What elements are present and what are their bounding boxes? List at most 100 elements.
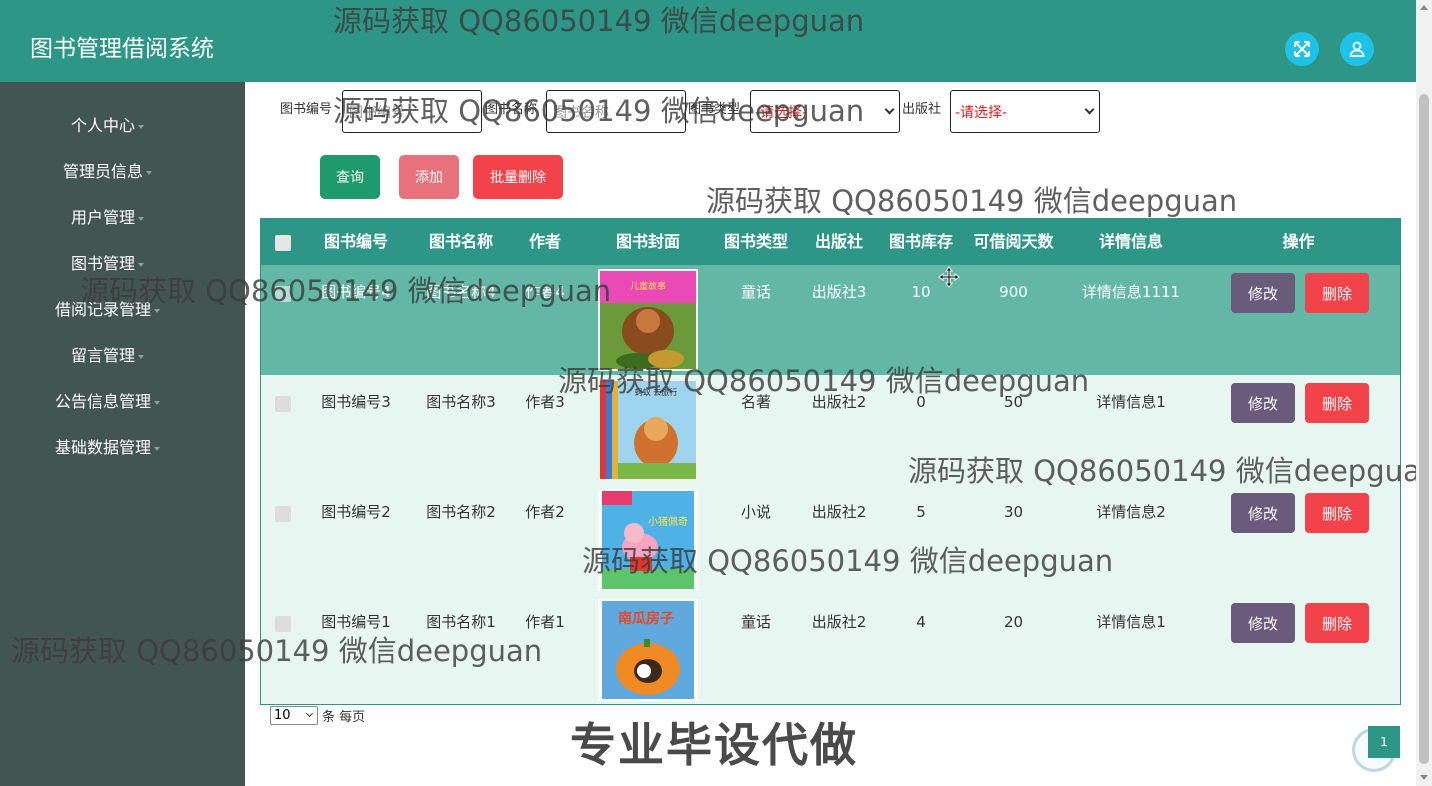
row-checkbox[interactable] bbox=[275, 286, 291, 302]
add-button[interactable]: 添加 bbox=[399, 155, 459, 199]
book-cover-image: 儿童故事 bbox=[598, 269, 698, 371]
col-author: 作者 bbox=[528, 232, 561, 251]
sidebar-item-profile[interactable]: 个人中心 bbox=[0, 114, 215, 138]
row-checkbox[interactable] bbox=[275, 506, 291, 522]
book-cover-image: 蚂蚁 去旅行 bbox=[598, 379, 698, 481]
user-button[interactable] bbox=[1340, 32, 1374, 66]
cell-stock: 4 bbox=[916, 613, 926, 631]
back-to-top-button[interactable]: 1 bbox=[1368, 726, 1400, 758]
svg-text:小猪佩奇: 小猪佩奇 bbox=[648, 515, 688, 528]
cell-publisher: 出版社2 bbox=[811, 393, 867, 411]
cell-borrow-days: 900 bbox=[999, 283, 1028, 301]
row-checkbox[interactable] bbox=[275, 616, 291, 632]
cell-detail: 详情信息1111 bbox=[1081, 283, 1181, 301]
cell-book-name: 图书名称1 bbox=[426, 613, 496, 631]
batch-delete-button[interactable]: 批量删除 bbox=[473, 155, 563, 199]
svg-text:南瓜房子: 南瓜房子 bbox=[618, 610, 674, 627]
row-checkbox[interactable] bbox=[275, 396, 291, 412]
sidebar-item-label: 用户管理 bbox=[70, 208, 135, 227]
edit-button[interactable]: 修改 bbox=[1231, 493, 1295, 533]
move-cursor-icon bbox=[938, 266, 960, 288]
col-publisher: 出版社 bbox=[814, 232, 863, 251]
chevron-down-icon bbox=[884, 104, 895, 115]
svg-text:儿童故事: 儿童故事 bbox=[630, 280, 666, 292]
caret-down-icon bbox=[138, 262, 144, 267]
cell-book-no: 图书编号1 bbox=[321, 613, 391, 631]
delete-button[interactable]: 删除 bbox=[1305, 493, 1369, 533]
pagination: 10 条 每页 bbox=[270, 706, 365, 725]
delete-button[interactable]: 删除 bbox=[1305, 603, 1369, 643]
col-actions: 操作 bbox=[1282, 232, 1315, 251]
caret-down-icon bbox=[154, 308, 160, 313]
book-type-label: 图书类型 bbox=[688, 102, 741, 117]
cell-author: 作者2 bbox=[525, 503, 565, 521]
cell-publisher: 出版社2 bbox=[811, 503, 867, 521]
select-all-checkbox[interactable] bbox=[275, 235, 291, 251]
sidebar-item-label: 管理员信息 bbox=[62, 162, 143, 181]
cell-author: 作者1 bbox=[525, 613, 565, 631]
sidebar-item-books[interactable]: 图书管理 bbox=[0, 252, 215, 276]
cell-book-no: 图书编号4 bbox=[321, 283, 391, 301]
cell-book-name: 图书名称4 bbox=[426, 283, 496, 301]
chevron-down-icon bbox=[1084, 104, 1095, 115]
cell-book-name: 图书名称3 bbox=[426, 393, 496, 411]
scroll-up-arrow-icon[interactable] bbox=[1420, 5, 1428, 10]
table-row[interactable]: 图书编号4 图书名称4 作者4 儿童故事 童话 出版社3 10 900 详情信息… bbox=[261, 265, 1400, 375]
edit-button[interactable]: 修改 bbox=[1231, 273, 1295, 313]
col-cover: 图书封面 bbox=[615, 232, 680, 251]
promo-watermark: 专业毕设代做 bbox=[570, 718, 858, 772]
cell-book-no: 图书编号2 bbox=[321, 503, 391, 521]
sidebar-item-notices[interactable]: 公告信息管理 bbox=[0, 390, 215, 414]
caret-down-icon bbox=[154, 446, 160, 451]
user-icon bbox=[1349, 41, 1365, 57]
book-no-input[interactable]: 图书编号 bbox=[342, 90, 482, 133]
sidebar-item-label: 个人中心 bbox=[70, 116, 135, 135]
sidebar-item-users[interactable]: 用户管理 bbox=[0, 206, 215, 230]
chevron-down-icon bbox=[305, 709, 314, 718]
fullscreen-button[interactable] bbox=[1285, 32, 1319, 66]
sidebar-item-admins[interactable]: 管理员信息 bbox=[0, 160, 215, 184]
sidebar-item-messages[interactable]: 留言管理 bbox=[0, 344, 215, 368]
query-button[interactable]: 查询 bbox=[320, 155, 380, 199]
sidebar-item-borrow-records[interactable]: 借阅记录管理 bbox=[0, 298, 215, 322]
book-no-placeholder: 图书编号 bbox=[349, 104, 405, 121]
page-size-suffix: 条 每页 bbox=[322, 710, 366, 725]
app-window: 图书管理借阅系统 个人中心 管理员信息 用户管理 图书管理 借阅记录管理 留言管… bbox=[0, 0, 1432, 786]
scroll-down-arrow-icon[interactable] bbox=[1420, 775, 1428, 780]
cell-borrow-days: 30 bbox=[1003, 503, 1024, 521]
book-type-select[interactable]: -请选择- bbox=[750, 90, 900, 133]
table-row[interactable]: 图书编号3 图书名称3 作者3 蚂蚁 去旅行 名著 出版社2 0 50 详情信息… bbox=[261, 375, 1400, 485]
caret-down-icon bbox=[138, 216, 144, 221]
table-row[interactable]: 图书编号1 图书名称1 作者1 南瓜房子 童话 出版社2 4 20 详情信息1 … bbox=[261, 595, 1400, 705]
publisher-select[interactable]: -请选择- bbox=[950, 90, 1100, 133]
sidebar-item-base-data[interactable]: 基础数据管理 bbox=[0, 436, 215, 460]
book-no-label: 图书编号 bbox=[280, 102, 333, 117]
col-stock: 图书库存 bbox=[888, 232, 953, 251]
book-name-input[interactable]: 图书名称 bbox=[546, 90, 686, 133]
cell-book-no: 图书编号3 bbox=[321, 393, 391, 411]
col-type: 图书类型 bbox=[723, 232, 788, 251]
page-size-select[interactable]: 10 bbox=[270, 706, 318, 725]
edit-button[interactable]: 修改 bbox=[1231, 383, 1295, 423]
delete-button[interactable]: 删除 bbox=[1305, 383, 1369, 423]
cell-author: 作者4 bbox=[525, 283, 565, 301]
fullscreen-icon bbox=[1294, 41, 1310, 57]
cell-type: 童话 bbox=[740, 613, 771, 631]
book-cover-image: 南瓜房子 bbox=[598, 599, 698, 701]
cell-borrow-days: 20 bbox=[1003, 613, 1024, 631]
sidebar-item-label: 借阅记录管理 bbox=[54, 300, 151, 319]
book-name-placeholder: 图书名称 bbox=[553, 104, 609, 121]
vertical-scrollbar[interactable] bbox=[1416, 0, 1432, 786]
cell-detail: 详情信息2 bbox=[1096, 503, 1166, 521]
edit-button[interactable]: 修改 bbox=[1231, 603, 1295, 643]
delete-button[interactable]: 删除 bbox=[1305, 273, 1369, 313]
cell-type: 名著 bbox=[740, 393, 771, 411]
book-cover-image: 小猪佩奇 bbox=[598, 489, 698, 591]
table-row[interactable]: 图书编号2 图书名称2 作者2 小猪佩奇 小说 出版社2 5 30 详情信息2 … bbox=[261, 485, 1400, 595]
cell-publisher: 出版社3 bbox=[811, 283, 867, 301]
sidebar-item-label: 基础数据管理 bbox=[54, 438, 151, 457]
scroll-thumb[interactable] bbox=[1419, 94, 1429, 764]
books-table: 图书编号 图书名称 作者 图书封面 图书类型 出版社 图书库存 可借阅天数 详情… bbox=[260, 218, 1401, 705]
cell-borrow-days: 50 bbox=[1003, 393, 1024, 411]
cell-book-name: 图书名称2 bbox=[426, 503, 496, 521]
